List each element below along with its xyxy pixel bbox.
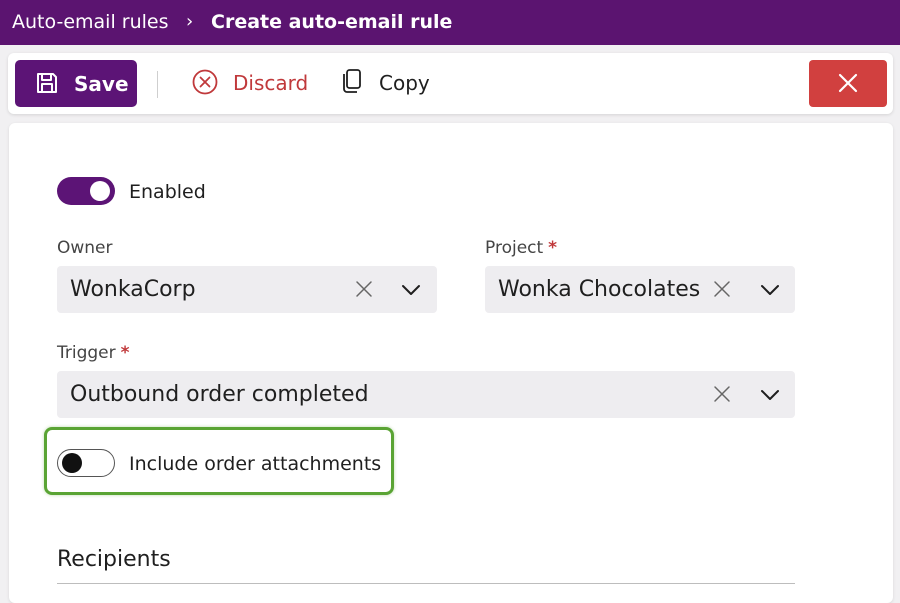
- copy-icon: [343, 69, 361, 93]
- trigger-select[interactable]: Outbound order completed: [57, 371, 795, 418]
- discard-icon: [192, 69, 218, 95]
- trigger-clear-icon[interactable]: [712, 384, 732, 404]
- breadcrumb-current: Create auto-email rule: [211, 11, 453, 33]
- copy-button[interactable]: Copy: [340, 65, 450, 103]
- owner-select[interactable]: WonkaCorp: [57, 266, 437, 313]
- save-icon: [37, 73, 57, 93]
- recipients-section-title: Recipients: [57, 547, 171, 572]
- save-button-label: Save: [74, 72, 129, 96]
- enabled-label: Enabled: [129, 181, 206, 203]
- project-select[interactable]: Wonka Chocolates: [485, 266, 795, 313]
- include-attachments-toggle[interactable]: [57, 449, 115, 477]
- include-attachments-toggle-knob: [62, 453, 82, 473]
- copy-button-label: Copy: [379, 71, 430, 95]
- owner-chevron-down-icon[interactable]: [400, 280, 422, 300]
- trigger-label: Trigger *: [57, 343, 130, 363]
- trigger-chevron-down-icon[interactable]: [759, 385, 781, 405]
- owner-label-text: Owner: [57, 238, 113, 258]
- save-button[interactable]: Save: [15, 60, 137, 107]
- close-icon: [838, 73, 858, 93]
- project-value: Wonka Chocolates: [498, 277, 701, 302]
- owner-value: WonkaCorp: [70, 277, 196, 302]
- include-attachments-label: Include order attachments: [129, 453, 382, 475]
- header-bar: Auto-email rules › Create auto-email rul…: [0, 0, 900, 45]
- discard-button-label: Discard: [233, 71, 309, 95]
- trigger-value: Outbound order completed: [70, 382, 369, 407]
- trigger-required-mark: *: [120, 343, 130, 363]
- project-clear-icon[interactable]: [712, 279, 732, 299]
- owner-clear-icon[interactable]: [354, 279, 374, 299]
- project-chevron-down-icon[interactable]: [759, 280, 781, 300]
- enabled-toggle-knob: [90, 181, 110, 201]
- enabled-toggle[interactable]: [57, 177, 115, 205]
- toolbar-divider: [157, 71, 158, 98]
- trigger-label-text: Trigger: [57, 343, 116, 363]
- close-button[interactable]: [809, 60, 887, 107]
- project-label: Project *: [485, 238, 557, 258]
- project-label-text: Project: [485, 238, 544, 258]
- breadcrumb-root-link[interactable]: Auto-email rules: [12, 11, 168, 33]
- recipients-divider: [57, 583, 795, 584]
- breadcrumb-separator: ›: [186, 11, 194, 32]
- owner-label: Owner: [57, 238, 113, 258]
- project-required-mark: *: [548, 238, 558, 258]
- discard-button[interactable]: Discard: [191, 65, 317, 103]
- toolbar: Save Discard Copy: [8, 53, 893, 114]
